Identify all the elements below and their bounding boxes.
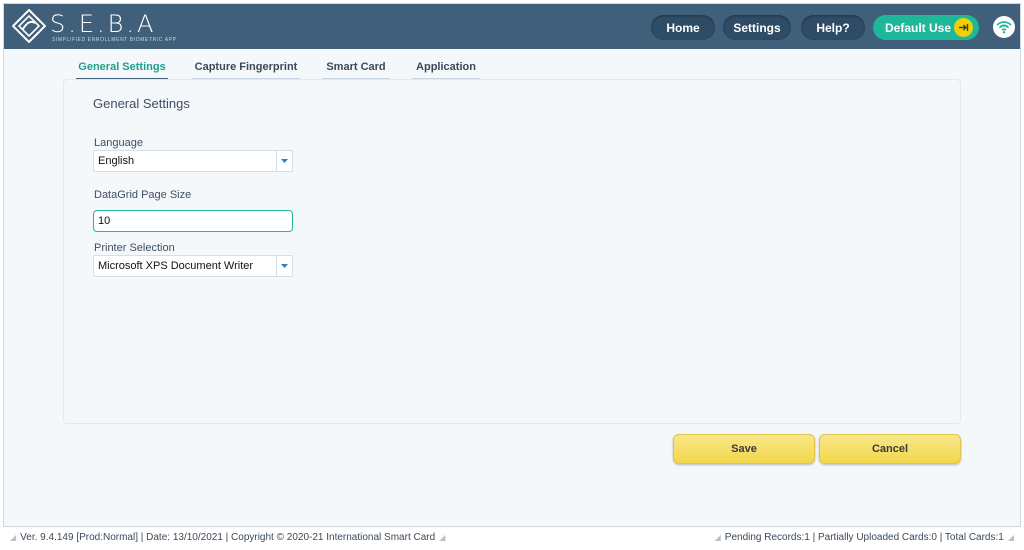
- grip-icon: ◢: [1007, 533, 1014, 542]
- page-size-input[interactable]: [93, 210, 293, 232]
- chevron-down-icon[interactable]: [276, 256, 292, 276]
- records-info: Pending Records:1 | Partially Uploaded C…: [724, 532, 1004, 543]
- app-logo: S.E.B.A SIMPLIFIED ENROLLMENT BIOMETRIC …: [12, 9, 176, 45]
- tab-general-settings[interactable]: General Settings: [76, 61, 168, 81]
- logo-text: S.E.B.A: [50, 10, 157, 38]
- logout-icon[interactable]: [954, 18, 973, 37]
- top-bar: S.E.B.A SIMPLIFIED ENROLLMENT BIOMETRIC …: [4, 4, 1020, 49]
- tab-application[interactable]: Application: [412, 61, 480, 81]
- printer-select[interactable]: Microsoft XPS Document Writer: [93, 255, 293, 277]
- app-window: S.E.B.A SIMPLIFIED ENROLLMENT BIOMETRIC …: [3, 3, 1021, 527]
- chevron-down-icon[interactable]: [276, 151, 292, 171]
- settings-button[interactable]: Settings: [723, 15, 791, 40]
- wifi-icon[interactable]: [993, 16, 1015, 38]
- grip-icon: ◢: [714, 533, 721, 542]
- panel-title: General Settings: [93, 96, 190, 111]
- version-info: Ver. 9.4.149 [Prod:Normal] | Date: 13/10…: [20, 532, 436, 543]
- language-label: Language: [94, 137, 143, 149]
- status-left-group: ◢ Ver. 9.4.149 [Prod:Normal] | Date: 13/…: [6, 532, 449, 543]
- status-bar: ◢ Ver. 9.4.149 [Prod:Normal] | Date: 13/…: [0, 528, 1024, 550]
- help-button[interactable]: Help?: [801, 15, 865, 40]
- page-size-label: DataGrid Page Size: [94, 189, 192, 201]
- user-button[interactable]: Default Use: [873, 15, 979, 40]
- printer-value: Microsoft XPS Document Writer: [98, 260, 254, 272]
- grip-icon: ◢: [439, 533, 446, 542]
- status-right-group: ◢ Pending Records:1 | Partially Uploaded…: [711, 532, 1018, 543]
- printer-label: Printer Selection: [94, 242, 175, 254]
- cancel-button[interactable]: Cancel: [819, 434, 961, 464]
- seba-logo-icon: [12, 9, 46, 43]
- home-button[interactable]: Home: [651, 15, 715, 40]
- user-label: Default Use: [885, 20, 952, 35]
- language-select[interactable]: English: [93, 150, 293, 172]
- logo-subtitle: SIMPLIFIED ENROLLMENT BIOMETRIC APP: [52, 37, 177, 43]
- save-button[interactable]: Save: [673, 434, 815, 464]
- tab-smart-card[interactable]: Smart Card: [322, 61, 390, 81]
- grip-icon: ◢: [10, 533, 17, 542]
- language-value: English: [98, 155, 135, 167]
- settings-panel: [63, 79, 961, 424]
- tab-capture-fingerprint[interactable]: Capture Fingerprint: [192, 61, 300, 81]
